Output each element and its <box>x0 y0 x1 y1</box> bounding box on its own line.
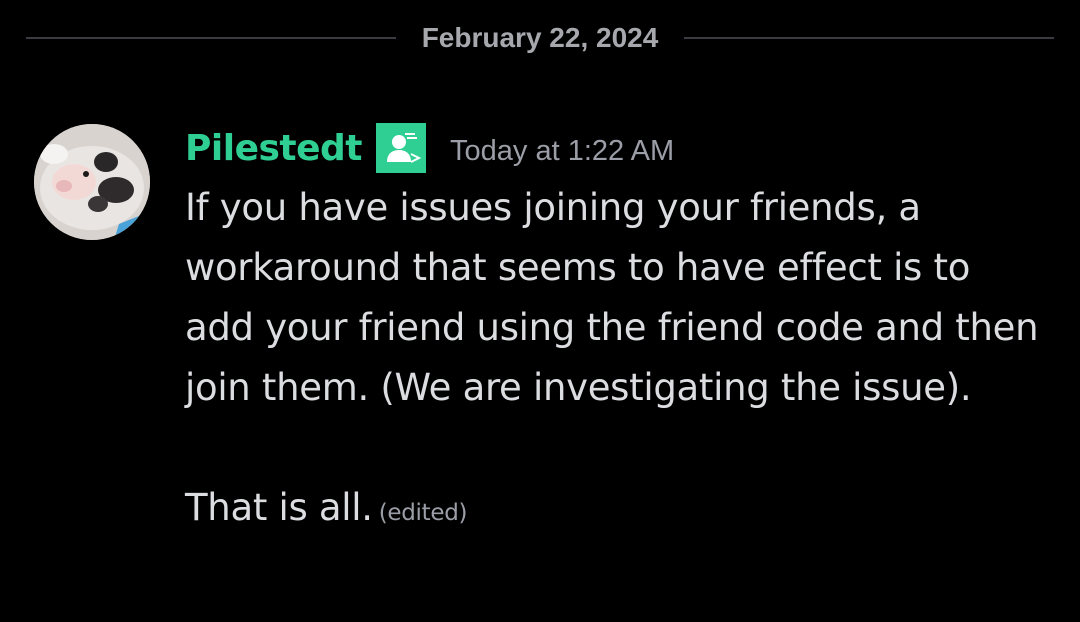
date-divider-label: February 22, 2024 <box>421 22 659 53</box>
message-paragraph-last: That is all. (edited) <box>185 478 1045 543</box>
message-body: If you have issues joining your friends,… <box>185 178 1045 543</box>
avatar-image <box>34 124 150 240</box>
date-divider: February 22, 2024 <box>26 18 1054 58</box>
message-header: Pilestedt Today at 1:22 AM <box>185 120 1045 176</box>
username[interactable]: Pilestedt <box>185 128 363 169</box>
divider-line-right <box>684 37 1054 39</box>
message-paragraph-text: That is all. <box>185 486 373 529</box>
message-content: Pilestedt Today at 1:22 AM If you have i… <box>185 120 1045 543</box>
message-paragraph: If you have issues joining your friends,… <box>185 186 1039 409</box>
edited-label: (edited) <box>378 500 468 526</box>
message-timestamp[interactable]: Today at 1:22 AM <box>450 135 674 168</box>
staff-badge-glyph <box>387 133 422 163</box>
avatar[interactable] <box>34 124 150 240</box>
divider-line-left <box>26 37 396 39</box>
staff-badge-icon[interactable] <box>376 123 427 173</box>
